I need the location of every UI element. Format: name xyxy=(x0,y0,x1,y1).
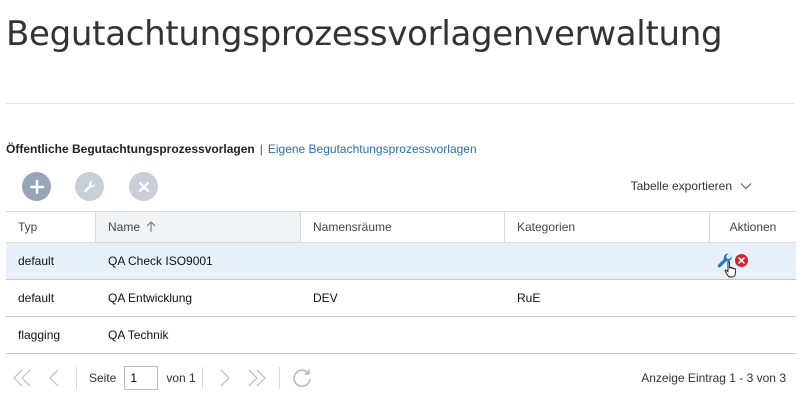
next-page-button[interactable] xyxy=(209,363,241,393)
last-page-button[interactable] xyxy=(241,363,273,393)
cell-name: QA Entwicklung xyxy=(108,291,193,305)
table-row[interactable]: default QA Check ISO9001 xyxy=(6,243,796,280)
table-header: Typ Name Namensräume Kategorien Aktionen xyxy=(6,212,796,243)
hand-cursor-icon xyxy=(724,261,738,281)
cell-actions xyxy=(710,243,796,279)
export-label: Tabelle exportieren xyxy=(630,179,732,193)
page-title: Begutachtungsprozessvorlagenverwaltung xyxy=(6,14,723,54)
cell-typ: flagging xyxy=(18,328,61,342)
chevron-down-icon xyxy=(740,183,752,190)
cell-actions xyxy=(710,317,796,353)
column-header-name[interactable]: Name xyxy=(96,212,301,242)
cell-name: QA Check ISO9001 xyxy=(108,254,213,268)
table-row[interactable]: flagging QA Technik xyxy=(6,317,796,354)
delete-button[interactable] xyxy=(129,172,158,201)
edit-button[interactable] xyxy=(75,172,104,201)
cell-namespaces xyxy=(301,243,505,279)
tab-public-templates[interactable]: Öffentliche Begutachtungsprozessvorlagen xyxy=(6,142,255,156)
column-header-typ[interactable]: Typ xyxy=(6,212,96,242)
pager-divider xyxy=(201,367,203,389)
cell-categories xyxy=(505,317,710,353)
pagination-info: Anzeige Eintrag 1 - 3 von 3 xyxy=(641,371,786,385)
cell-namespaces: DEV xyxy=(313,291,338,305)
cell-typ: default xyxy=(18,291,55,305)
pager-divider xyxy=(76,367,77,389)
column-header-categories[interactable]: Kategorien xyxy=(505,212,710,242)
page-label: Seite xyxy=(89,371,117,385)
templates-table: Typ Name Namensräume Kategorien Aktionen… xyxy=(6,211,796,354)
cell-namespaces xyxy=(301,317,505,353)
delete-icon xyxy=(738,257,745,264)
cell-categories xyxy=(505,243,710,279)
cell-actions xyxy=(710,280,796,316)
plus-icon xyxy=(29,179,44,194)
page-count-label: von 1 xyxy=(166,371,196,385)
cell-categories: RuE xyxy=(517,291,541,305)
title-divider xyxy=(6,103,794,104)
double-chevron-left-icon xyxy=(13,369,31,387)
sort-ascending-icon xyxy=(146,221,156,233)
table-row[interactable]: default QA Entwicklung DEV RuE xyxy=(6,280,796,317)
export-table-dropdown[interactable]: Tabelle exportieren xyxy=(631,179,752,193)
column-header-actions: Aktionen xyxy=(729,220,777,234)
close-icon xyxy=(138,181,149,192)
subtab-bar: Öffentliche Begutachtungsprozessvorlagen… xyxy=(6,142,477,156)
add-button[interactable] xyxy=(22,172,51,201)
pager-divider xyxy=(278,367,280,389)
previous-page-button[interactable] xyxy=(38,363,70,393)
cell-name: QA Technik xyxy=(108,328,169,342)
cell-typ: default xyxy=(18,254,55,268)
double-chevron-right-icon xyxy=(248,369,266,387)
refresh-icon xyxy=(293,369,311,387)
chevron-left-icon xyxy=(49,369,59,387)
tab-separator: | xyxy=(259,142,263,156)
wrench-icon xyxy=(83,180,95,192)
tab-own-templates[interactable]: Eigene Begutachtungsprozessvorlagen xyxy=(268,142,477,156)
page-number-input[interactable] xyxy=(124,366,159,390)
refresh-button[interactable] xyxy=(286,363,318,393)
chevron-right-icon xyxy=(220,369,230,387)
first-page-button[interactable] xyxy=(6,363,38,393)
column-header-namespaces[interactable]: Namensräume xyxy=(301,212,505,242)
pagination-bar: Seite von 1 Anzeige Eintrag 1 - 3 von 3 xyxy=(6,356,796,400)
